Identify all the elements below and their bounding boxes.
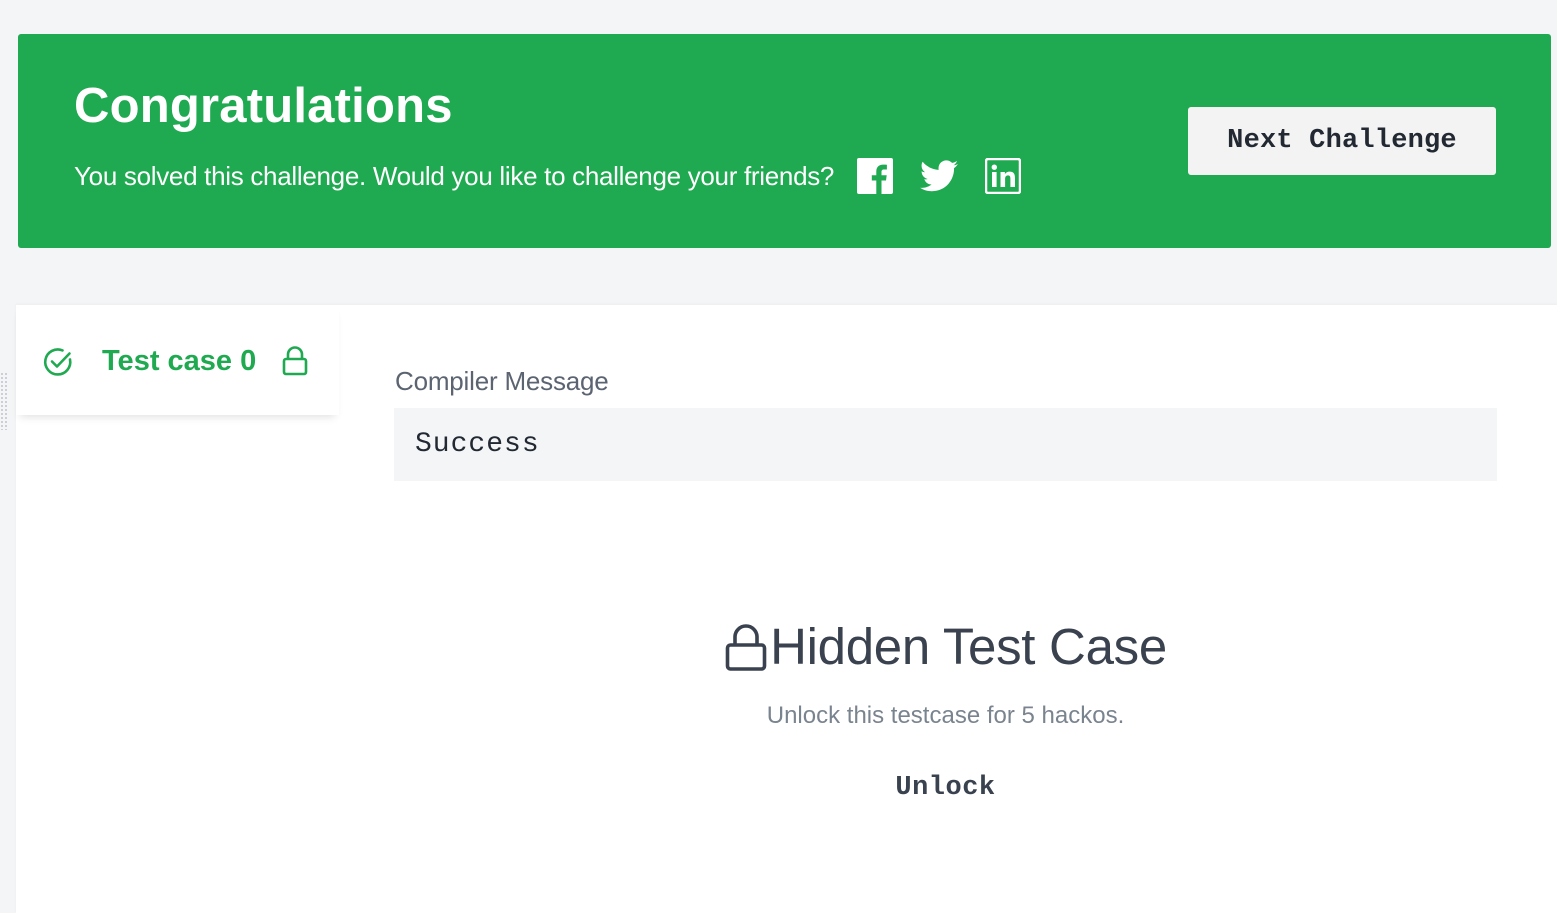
facebook-icon[interactable]	[856, 157, 894, 195]
hidden-test-case-subtitle: Unlock this testcase for 5 hackos.	[766, 702, 1125, 729]
compiler-message-box: Success	[394, 408, 1497, 481]
linkedin-icon[interactable]	[984, 157, 1022, 195]
results-panel: Test case 0 Compiler Message Success Hid…	[16, 305, 1557, 913]
unlock-button[interactable]: Unlock	[895, 773, 995, 803]
hidden-test-case-heading: Hidden Test Case	[724, 615, 1167, 679]
hidden-test-case-section: Hidden Test Case Unlock this testcase fo…	[394, 615, 1497, 803]
social-share-group	[856, 157, 1048, 195]
banner-subtitle: You solved this challenge. Would you lik…	[74, 161, 835, 191]
lock-icon	[280, 345, 310, 377]
banner-subtitle-row: You solved this challenge. Would you lik…	[74, 156, 1048, 196]
twitter-icon[interactable]	[920, 157, 959, 195]
compiler-message-label: Compiler Message	[395, 366, 609, 396]
compiler-message-text: Success	[415, 429, 540, 460]
next-challenge-button[interactable]: Next Challenge	[1188, 107, 1496, 175]
success-banner: Congratulations You solved this challeng…	[18, 34, 1551, 248]
check-circle-icon	[42, 346, 74, 378]
tab-test-case-0[interactable]: Test case 0	[16, 305, 339, 415]
tab-label: Test case 0	[102, 345, 257, 377]
lock-icon	[725, 624, 767, 671]
banner-title: Congratulations	[74, 79, 453, 133]
resize-handle[interactable]	[0, 372, 8, 430]
hidden-test-case-title: Hidden Test Case	[770, 618, 1167, 675]
